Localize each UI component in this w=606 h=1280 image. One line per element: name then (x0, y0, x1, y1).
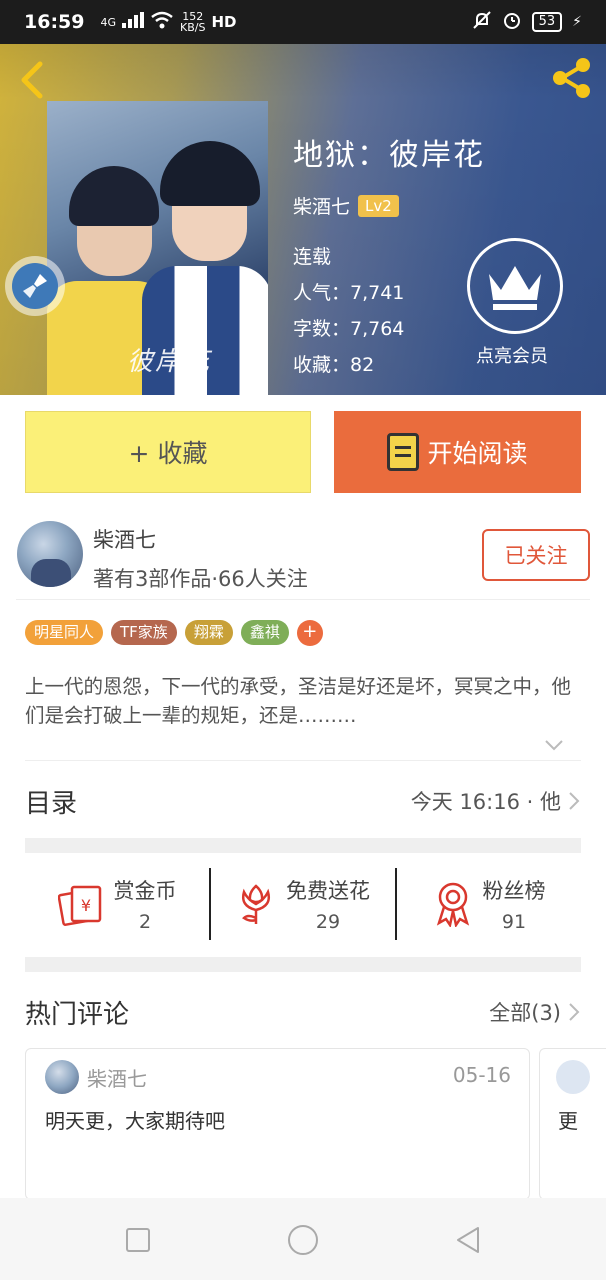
tag[interactable]: TF家族 (111, 620, 177, 645)
section-gap (25, 838, 581, 853)
fan-ranking-button[interactable]: 粉丝榜 91 (395, 868, 581, 940)
toc-latest-text: 今天 16:16 · 他 (410, 790, 561, 814)
start-reading-button[interactable]: 开始阅读 (334, 411, 581, 493)
book-info: 地狱：彼岸花 柴酒七 Lv2 连载 人气：7,741 字数：7,764 收藏：8… (293, 130, 485, 383)
comment-text: 明天更，大家期待吧 (45, 1109, 225, 1133)
mute-icon (472, 10, 492, 35)
vip-circle (467, 238, 563, 334)
crown-icon (489, 266, 541, 310)
book-author-row: 柴酒七 Lv2 (293, 192, 485, 219)
status-time: 16:59 (24, 11, 85, 33)
reward-coins-label: 赏金币 (113, 879, 177, 903)
vip-button[interactable]: 点亮会员 (467, 238, 563, 368)
toc-latest: 今天 16:16 · 他 (411, 786, 581, 816)
circle-icon (288, 1225, 318, 1255)
chevron-right-icon (569, 1003, 580, 1021)
floating-tool-button[interactable] (5, 256, 65, 316)
all-comments-link[interactable]: 全部(3) (489, 997, 581, 1027)
book-icon (387, 433, 420, 471)
toc-heading: 目录 (25, 788, 78, 819)
chevron-left-icon (21, 61, 43, 99)
reward-coins-value: 2 (138, 911, 152, 933)
book-cover[interactable]: 彼岸花 (47, 101, 268, 395)
comment-text: 更 (558, 1109, 578, 1133)
share-icon (553, 58, 590, 98)
tag[interactable]: 明星同人 (25, 620, 104, 645)
network-type: 4G (100, 15, 117, 29)
charging-icon: ⚡ (572, 14, 582, 30)
signal-icon (122, 11, 145, 33)
stats-bar: ¥ 赏金币 2 免费送花 29 粉丝榜 91 (25, 868, 581, 940)
add-tag-button[interactable]: + (296, 620, 323, 646)
follow-button[interactable]: 已关注 (482, 529, 590, 581)
comment-user: 柴酒七 (87, 1067, 147, 1091)
collect-button[interactable]: + 收藏 (25, 411, 311, 493)
status-bar: 16:59 4G 152 KB/S HD 53 ⚡ (0, 0, 606, 44)
battery-indicator: 53 (531, 12, 563, 32)
book-title: 地狱：彼岸花 (293, 138, 485, 173)
vip-label: 点亮会员 (476, 346, 548, 367)
share-button[interactable] (550, 56, 594, 100)
flower-icon (242, 884, 270, 924)
section-gap (25, 957, 581, 972)
author-name: 柴酒七 (93, 528, 156, 552)
book-status: 连载 (293, 246, 332, 268)
wifi-icon (150, 11, 174, 34)
svg-text:¥: ¥ (80, 896, 90, 915)
book-author[interactable]: 柴酒七 (293, 192, 350, 219)
fan-ranking-value: 91 (501, 911, 527, 933)
send-flower-value: 29 (315, 911, 341, 933)
author-meta: 著有3部作品·66人关注 (93, 567, 308, 591)
comment-avatar[interactable] (45, 1060, 79, 1094)
chevron-right-icon (569, 792, 580, 810)
square-icon (126, 1228, 150, 1252)
broom-icon (23, 274, 47, 298)
book-favorites: 收藏：82 (293, 354, 375, 376)
tag-list: 明星同人 TF家族 翔霖 鑫祺 + (25, 620, 323, 646)
author-avatar[interactable] (17, 521, 83, 587)
system-nav-bar (0, 1198, 606, 1280)
send-flower-button[interactable]: 免费送花 29 (209, 868, 395, 940)
triangle-back-icon (457, 1227, 479, 1253)
all-comments-label: 全部(3) (489, 1001, 561, 1025)
red-envelope-icon: ¥ (57, 885, 101, 926)
divider (25, 760, 581, 761)
chevron-down-icon (545, 740, 563, 751)
recents-button[interactable] (118, 1220, 158, 1260)
expand-description-button[interactable] (543, 734, 565, 756)
comment-avatar[interactable] (556, 1060, 590, 1094)
fan-ranking-label: 粉丝榜 (482, 879, 546, 903)
reward-coins-button[interactable]: ¥ 赏金币 2 (25, 868, 209, 940)
cover-signature: 彼岸花 (127, 347, 212, 377)
back-button[interactable] (14, 58, 54, 102)
author-section[interactable]: 柴酒七 著有3部作品·66人关注 已关注 (16, 518, 590, 600)
home-button[interactable] (283, 1220, 323, 1260)
toc-row[interactable]: 目录 今天 16:16 · 他 (25, 781, 581, 821)
book-popularity: 人气：7,741 (293, 282, 405, 304)
book-description[interactable]: 上一代的恩怨，下一代的承受，圣洁是好还是坏，冥冥之中，他们是会打破上一辈的规矩，… (25, 672, 580, 730)
tag[interactable]: 翔霖 (184, 620, 233, 645)
author-level-badge: Lv2 (358, 194, 399, 217)
tag[interactable]: 鑫祺 (240, 620, 289, 645)
book-word-count: 字数：7,764 (293, 318, 405, 340)
hot-comments-header: 热门评论 全部(3) (25, 992, 581, 1032)
comment-card[interactable]: 更 (539, 1048, 606, 1200)
back-nav-button[interactable] (448, 1220, 488, 1260)
medal-icon (436, 882, 469, 927)
hd-badge: HD (211, 13, 237, 31)
send-flower-label: 免费送花 (286, 879, 370, 903)
net-speed-unit: KB/S (180, 21, 206, 34)
net-speed: 152 KB/S (180, 11, 205, 33)
comment-date: 05-16 (452, 1063, 511, 1087)
comment-card[interactable]: 柴酒七 05-16 明天更，大家期待吧 (25, 1048, 530, 1200)
hot-comments-heading: 热门评论 (25, 999, 130, 1030)
start-reading-label: 开始阅读 (427, 439, 528, 468)
alarm-icon (502, 10, 522, 35)
